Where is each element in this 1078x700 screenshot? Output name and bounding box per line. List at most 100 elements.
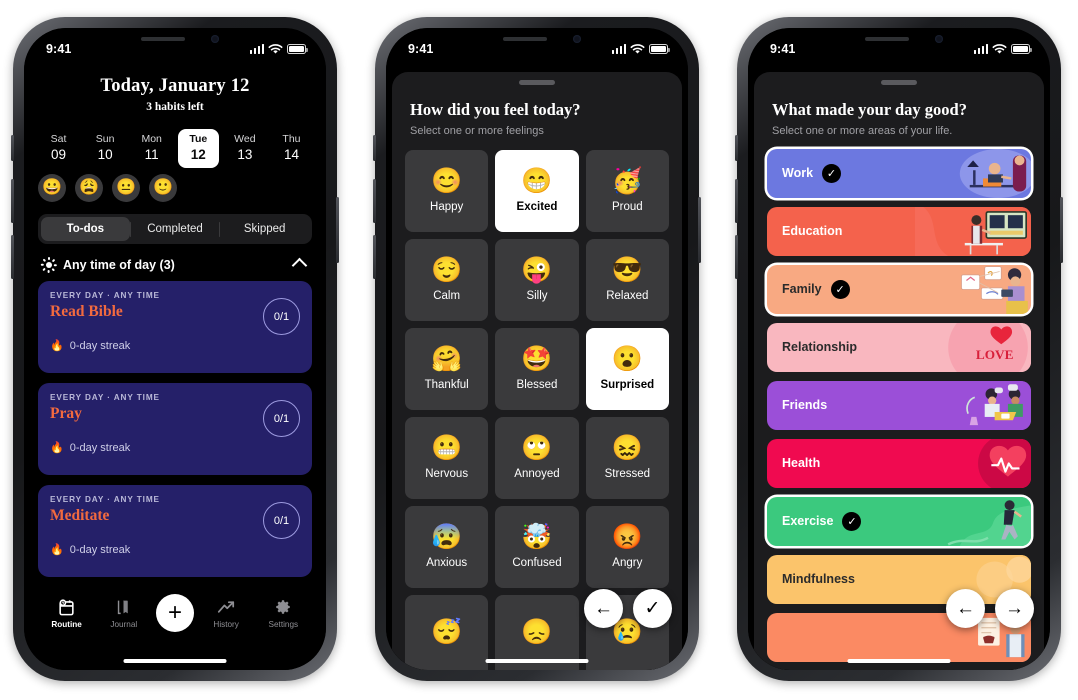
feeling-cell-blessed[interactable]: 🤩 Blessed xyxy=(495,327,579,410)
home-indicator[interactable] xyxy=(123,658,227,663)
habit-progress-ring[interactable]: 0/1 xyxy=(263,298,300,335)
habit-card[interactable]: EVERY DAY · ANY TIME Read Bible 🔥 0-day str… xyxy=(38,281,312,373)
week-day-tue[interactable]: Tue 12 xyxy=(177,129,219,168)
mute-switch[interactable] xyxy=(11,135,14,161)
life-area-label: Health xyxy=(782,456,821,470)
tab-routine[interactable]: Routine xyxy=(42,596,92,629)
front-camera-icon xyxy=(935,35,943,43)
wifi-icon xyxy=(992,43,1007,54)
day-mood-emoji[interactable]: 🙂 xyxy=(149,174,177,202)
week-day-sun[interactable]: Sun 10 xyxy=(85,129,126,168)
volume-down-button[interactable] xyxy=(11,235,14,279)
power-button[interactable] xyxy=(336,197,339,263)
volume-down-button[interactable] xyxy=(735,235,738,279)
segmented-control[interactable]: To-dos Completed Skipped xyxy=(38,214,312,244)
tab-journal[interactable]: Journal xyxy=(99,596,149,629)
life-area-health[interactable]: Health xyxy=(767,438,1031,488)
habit-card-list: EVERY DAY · ANY TIME Read Bible 🔥 0-day str… xyxy=(24,272,326,577)
front-camera-icon xyxy=(573,35,581,43)
feeling-label: Nervous xyxy=(425,467,469,480)
feeling-cell-annoyed[interactable]: 🙄 Annoyed xyxy=(495,416,579,499)
segment-completed[interactable]: Completed xyxy=(131,217,220,241)
feeling-cell-thankful[interactable]: 🤗 Thankful xyxy=(405,327,489,410)
power-button[interactable] xyxy=(1060,197,1063,263)
habit-progress-ring[interactable]: 0/1 xyxy=(263,400,300,437)
checkmark-badge-icon[interactable]: ✓ xyxy=(842,511,862,531)
day-name: Sat xyxy=(50,133,67,145)
feeling-label: Confused xyxy=(512,556,562,569)
segment-to-dos[interactable]: To-dos xyxy=(41,217,130,241)
life-area-illustration xyxy=(915,148,1031,198)
life-area-illustration: LOVE xyxy=(914,322,1031,372)
feeling-cell-angry[interactable]: 😡 Angry xyxy=(585,505,669,588)
section-header-any-time[interactable]: Any time of day (3) xyxy=(24,244,326,273)
tab-label: Journal xyxy=(110,620,138,629)
feeling-cell-calm[interactable]: 😌 Calm xyxy=(405,238,489,321)
volume-up-button[interactable] xyxy=(735,179,738,223)
day-mood-emoji[interactable]: 😩 xyxy=(75,174,103,202)
feeling-cell-anxious[interactable]: 😰 Anxious xyxy=(405,505,489,588)
arrow-right-icon[interactable]: → xyxy=(995,589,1034,628)
feeling-label: Stressed xyxy=(604,467,651,480)
day-mood-emoji[interactable]: 😀 xyxy=(38,174,66,202)
feeling-cell-stressed[interactable]: 😖 Stressed xyxy=(585,416,669,499)
trending-up-icon xyxy=(201,596,251,618)
chevron-up-icon[interactable] xyxy=(291,257,308,273)
feeling-emoji: 😜 xyxy=(521,255,553,284)
feeling-cell[interactable]: 😴 xyxy=(405,594,489,670)
week-mood-row: 😀 😩 😐 🙂 xyxy=(24,168,326,202)
home-indicator[interactable] xyxy=(485,658,589,663)
week-day-selector[interactable]: Sat 09 Sun 10 Mon 11 Tue 12 Wed 13 Thu 14 xyxy=(24,115,326,168)
feeling-cell-happy[interactable]: 😊 Happy xyxy=(405,149,489,232)
volume-up-button[interactable] xyxy=(11,179,14,223)
volume-up-button[interactable] xyxy=(373,179,376,223)
life-area-education[interactable]: Education xyxy=(767,206,1031,256)
week-day-mon[interactable]: Mon 11 xyxy=(131,129,172,168)
volume-down-button[interactable] xyxy=(373,235,376,279)
mute-switch[interactable] xyxy=(735,135,738,161)
feeling-label: Relaxed xyxy=(606,289,649,302)
status-indicators xyxy=(249,43,308,55)
streak-label: 0-day streak xyxy=(69,544,131,556)
feeling-cell-proud[interactable]: 🥳 Proud xyxy=(585,149,669,232)
add-habit-button[interactable]: + xyxy=(155,594,194,632)
life-area-illustration xyxy=(914,496,1031,546)
feeling-cell-relaxed[interactable]: 😎 Relaxed xyxy=(585,238,669,321)
life-area-exercise[interactable]: Exercise ✓ xyxy=(767,496,1031,546)
feeling-cell-nervous[interactable]: 😬 Nervous xyxy=(405,416,489,499)
week-day-thu[interactable]: Thu 14 xyxy=(271,129,312,168)
day-name: Mon xyxy=(141,133,162,145)
feeling-cell-surprised[interactable]: 😮 Surprised xyxy=(585,327,669,410)
life-area-work[interactable]: Work ✓ xyxy=(767,148,1031,198)
home-indicator[interactable] xyxy=(847,658,951,663)
week-day-wed[interactable]: Wed 13 xyxy=(224,129,265,168)
bottom-tab-bar[interactable]: Routine Journal + History Settings xyxy=(24,592,326,648)
life-area-relationship[interactable]: LOVE Relationship xyxy=(767,322,1031,372)
tab-history[interactable]: History xyxy=(201,596,251,629)
mute-switch[interactable] xyxy=(373,135,376,161)
earpiece-speaker xyxy=(865,37,909,41)
habit-card[interactable]: EVERY DAY · ANY TIME Meditate 🔥 0-day strea… xyxy=(38,485,312,577)
feeling-emoji: 😌 xyxy=(431,255,463,284)
life-area-friends[interactable]: Friends xyxy=(767,380,1031,430)
feeling-cell-silly[interactable]: 😜 Silly xyxy=(495,238,579,321)
arrow-left-icon[interactable]: ← xyxy=(946,589,985,628)
power-button[interactable] xyxy=(698,197,701,263)
week-day-sat[interactable]: Sat 09 xyxy=(38,129,79,168)
phone3-screen: 9:41 What made your day good? Select one… xyxy=(748,28,1050,670)
habit-card[interactable]: EVERY DAY · ANY TIME Pray 🔥 0-day streak 0/1 xyxy=(38,383,312,475)
habit-progress-ring[interactable]: 0/1 xyxy=(263,502,300,539)
flame-icon: 🔥 xyxy=(50,441,64,454)
arrow-left-icon[interactable]: ← xyxy=(584,589,623,628)
segment-skipped[interactable]: Skipped xyxy=(220,217,309,241)
day-name: Sun xyxy=(95,133,115,145)
checkmark-badge-icon[interactable]: ✓ xyxy=(822,163,842,183)
checkmark-icon[interactable]: ✓ xyxy=(633,589,672,628)
day-mood-emoji[interactable]: 😐 xyxy=(112,174,140,202)
feeling-cell-confused[interactable]: 🤯 Confused xyxy=(495,505,579,588)
tab-settings[interactable]: Settings xyxy=(258,596,308,629)
feeling-label: Silly xyxy=(526,289,548,302)
feeling-cell-excited[interactable]: 😁 Excited xyxy=(495,149,579,232)
life-area-family[interactable]: Family ✓ xyxy=(767,264,1031,314)
checkmark-badge-icon[interactable]: ✓ xyxy=(830,279,850,299)
